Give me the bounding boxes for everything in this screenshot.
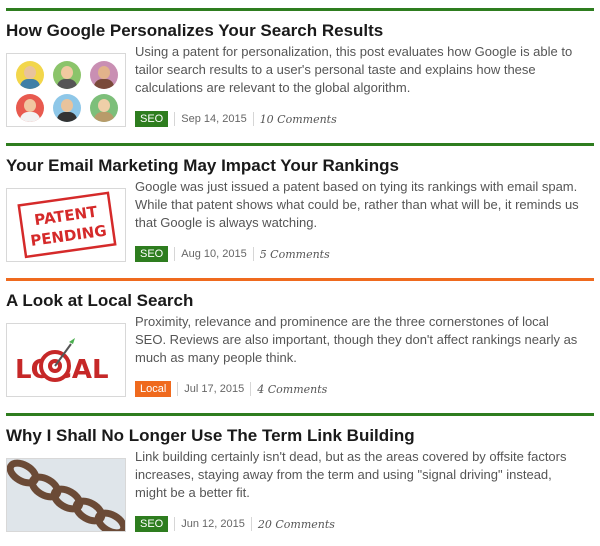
patent-pending-stamp: PATENT PENDING <box>17 191 117 259</box>
post-date: Jul 17, 2015 <box>184 383 245 395</box>
post-thumbnail[interactable] <box>6 458 126 532</box>
post-meta: SEO Sep 14, 2015 10 Comments <box>135 111 337 127</box>
post-card: Your Email Marketing May Impact Your Ran… <box>6 143 594 274</box>
post-date: Aug 10, 2015 <box>181 248 247 260</box>
post-excerpt: Using a patent for personalization, this… <box>135 44 573 95</box>
post-meta: Local Jul 17, 2015 4 Comments <box>135 381 327 397</box>
category-badge[interactable]: Local <box>135 381 172 397</box>
divider <box>250 517 252 531</box>
comments-link[interactable]: 20 Comments <box>258 518 335 531</box>
post-meta: SEO Aug 10, 2015 5 Comments <box>135 246 330 262</box>
divider <box>174 247 176 261</box>
divider <box>252 247 254 261</box>
divider <box>250 382 252 396</box>
chain-icon <box>7 459 125 531</box>
post-meta: SEO Jun 12, 2015 20 Comments <box>135 516 335 532</box>
category-badge[interactable]: SEO <box>135 516 169 532</box>
category-badge[interactable]: SEO <box>135 111 169 127</box>
divider <box>177 382 179 396</box>
post-card: How Google Personalizes Your Search Resu… <box>6 8 594 139</box>
post-title[interactable]: Your Email Marketing May Impact Your Ran… <box>6 156 399 176</box>
post-card: A Look at Local Search LOCAL Proximity, … <box>6 278 594 409</box>
post-title[interactable]: A Look at Local Search <box>6 291 193 311</box>
comments-link[interactable]: 10 Comments <box>260 113 337 126</box>
post-thumbnail[interactable]: LOCAL <box>6 323 126 397</box>
post-date: Sep 14, 2015 <box>181 113 247 125</box>
post-excerpt: Proximity, relevance and prominence are … <box>135 314 578 365</box>
comments-link[interactable]: 4 Comments <box>257 383 327 396</box>
divider <box>174 112 176 126</box>
post-card: Why I Shall No Longer Use The Term Link … <box>6 413 594 544</box>
post-title[interactable]: Why I Shall No Longer Use The Term Link … <box>6 426 415 446</box>
avatars-icon <box>12 58 122 124</box>
divider <box>252 112 254 126</box>
post-thumbnail[interactable] <box>6 53 126 127</box>
comments-link[interactable]: 5 Comments <box>260 248 330 261</box>
post-thumbnail[interactable]: PATENT PENDING <box>6 188 126 262</box>
post-date: Jun 12, 2015 <box>181 518 245 530</box>
local-target-logo: LOCAL <box>15 338 109 385</box>
post-excerpt: Google was just issued a patent based on… <box>135 179 579 230</box>
post-title[interactable]: How Google Personalizes Your Search Resu… <box>6 21 383 41</box>
category-badge[interactable]: SEO <box>135 246 169 262</box>
post-excerpt: Link building certainly isn't dead, but … <box>135 449 567 500</box>
divider <box>174 517 176 531</box>
